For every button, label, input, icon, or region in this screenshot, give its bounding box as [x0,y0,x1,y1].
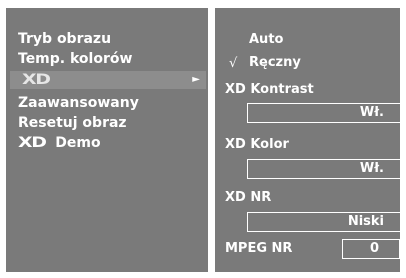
mpeg-nr-label: MPEG NR [225,241,293,256]
picture-menu-panel: Tryb obrazu Temp. kolorów XD ► Zaawansow… [4,6,210,274]
xd-color-value[interactable]: Wł. [247,159,401,179]
osd-menu: Tryb obrazu Temp. kolorów XD ► Zaawansow… [0,0,406,278]
xd-color-label: XD Kolor [225,137,289,152]
menu-item-label: Demo [55,135,101,151]
option-label: Auto [249,32,284,47]
submenu-arrow-icon: ► [192,74,200,85]
option-manual[interactable]: Ręczny [249,55,301,70]
menu-item-picture-mode[interactable]: Tryb obrazu [18,31,111,47]
xd-nr-value[interactable]: Niski [247,212,401,232]
menu-item-label: Tryb obrazu [18,31,112,47]
xd-logo: XD [18,135,47,151]
xd-settings-panel: Auto √ Ręczny XD Kontrast Wł. XD Kolor W… [213,6,402,274]
menu-item-xd-demo[interactable]: XD Demo [18,135,101,151]
menu-item-label: Zaawansowany [18,95,139,111]
menu-item-xd[interactable]: XD ► [10,71,206,89]
mpeg-nr-value[interactable]: 0 [342,239,400,259]
xd-contrast-label: XD Kontrast [225,82,314,97]
menu-item-label: Resetuj obraz [18,115,127,131]
xd-logo: XD [22,72,51,88]
option-auto[interactable]: Auto [249,32,283,47]
menu-item-label: Temp. kolorów [18,51,133,67]
check-icon: √ [229,56,238,71]
option-label: Ręczny [249,55,301,70]
xd-contrast-value[interactable]: Wł. [247,103,401,123]
menu-item-color-temp[interactable]: Temp. kolorów [18,51,132,67]
menu-item-reset-picture[interactable]: Resetuj obraz [18,115,127,131]
xd-nr-label: XD NR [225,190,272,205]
menu-item-advanced[interactable]: Zaawansowany [18,95,139,111]
